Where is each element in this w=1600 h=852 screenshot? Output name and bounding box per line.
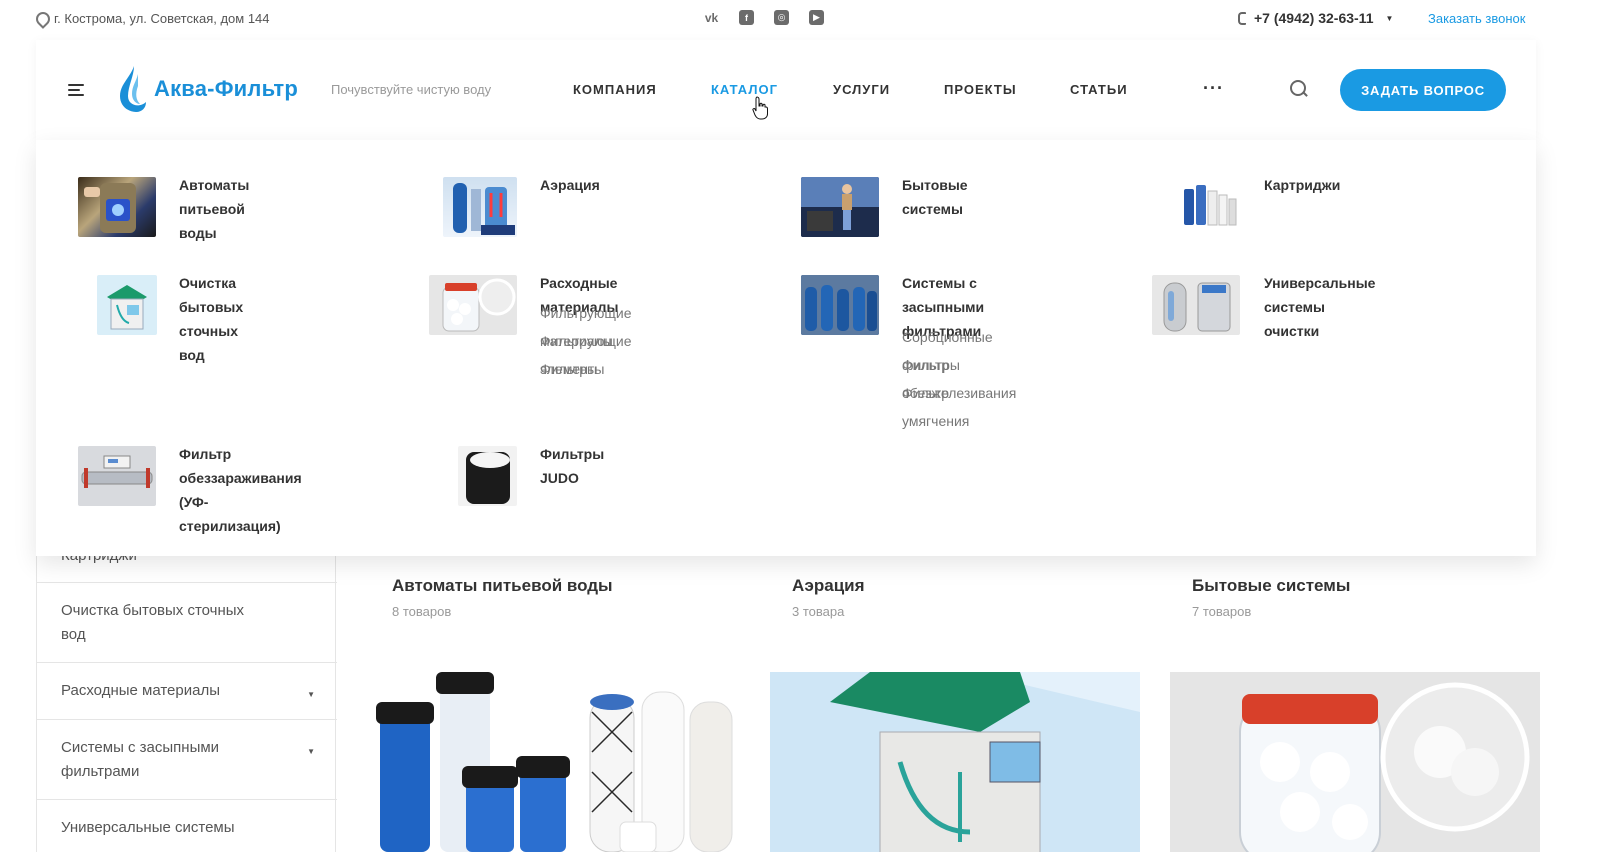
category-title-line[interactable]: вод xyxy=(179,343,243,367)
sidebar-item-label: Универсальные системы xyxy=(61,819,235,836)
sidebar-item-label: Системы с засыпными xyxy=(61,739,220,756)
social-links: vk f ◎ ▶ xyxy=(704,10,824,25)
category-title[interactable]: Автоматы питьевой воды xyxy=(179,173,249,245)
category-thumbnail[interactable] xyxy=(429,275,517,335)
sidebar-item-universal[interactable]: Универсальные системы xyxy=(37,800,337,852)
nav-articles[interactable]: СТАТЬИ xyxy=(1070,82,1128,97)
sidebar-item-label: Расходные материалы xyxy=(61,682,220,699)
product-count: 7 товаров xyxy=(1192,604,1252,619)
top-bar: г. Кострома, ул. Советская, дом 144 vk f… xyxy=(0,0,1600,38)
category-title[interactable]: Аэрация xyxy=(540,173,600,197)
youtube-icon[interactable]: ▶ xyxy=(809,10,824,25)
main-header: Аква-Фильтр Почувствуйте чистую воду КОМ… xyxy=(36,40,1536,140)
phone-number[interactable]: +7 (4942) 32-63-11 xyxy=(1254,10,1373,26)
menu-burger-icon[interactable] xyxy=(68,84,84,96)
product-image-wastewater[interactable] xyxy=(770,672,1140,852)
product-image-cartridges[interactable] xyxy=(370,672,740,852)
ask-question-button[interactable]: ЗАДАТЬ ВОПРОС xyxy=(1340,69,1506,111)
product-image-consumables[interactable] xyxy=(1170,672,1540,852)
nav-company[interactable]: КОМПАНИЯ xyxy=(573,82,657,97)
slogan: Почувствуйте чистую воду xyxy=(331,82,492,97)
category-thumbnail[interactable] xyxy=(78,177,156,237)
category-thumbnail[interactable] xyxy=(1152,275,1240,335)
callback-link[interactable]: Заказать звонок xyxy=(1428,11,1525,26)
product-count: 8 товаров xyxy=(392,604,452,619)
address: г. Кострома, ул. Советская, дом 144 xyxy=(36,11,270,26)
sidebar-item-label: Очистка бытовых сточных xyxy=(61,602,245,619)
address-text: г. Кострома, ул. Советская, дом 144 xyxy=(54,11,270,26)
category-thumbnail[interactable] xyxy=(801,177,879,237)
category-thumbnail[interactable] xyxy=(97,275,157,335)
phone-block[interactable]: +7 (4942) 32-63-11 ▼ xyxy=(1238,10,1393,26)
category-thumbnail[interactable] xyxy=(78,446,156,506)
sidebar-item-wastewater[interactable]: Очистка бытовых сточных вод xyxy=(37,583,337,663)
category-title[interactable]: Фильтры JUDO xyxy=(540,442,604,490)
search-icon[interactable] xyxy=(1290,80,1308,98)
category-title-line[interactable]: Универсальные системы xyxy=(1264,271,1375,319)
hand-cursor-icon xyxy=(752,96,768,120)
catalog-sidebar: Картриджи Очистка бытовых сточных вод Ра… xyxy=(36,540,337,852)
chevron-down-icon[interactable]: ▼ xyxy=(307,683,315,707)
product-category-title[interactable]: Бытовые системы xyxy=(1192,576,1350,596)
catalog-mega-menu: Автоматы питьевой воды Аэрация Бытовые с… xyxy=(36,140,1536,556)
sidebar-item-label: фильтрами xyxy=(61,763,140,780)
category-title[interactable]: Универсальные системы очистки xyxy=(1264,271,1375,343)
logo-text: Аква-Фильтр xyxy=(154,76,298,101)
category-thumbnail[interactable] xyxy=(443,177,517,237)
vk-icon[interactable]: vk xyxy=(704,10,719,25)
subcategory-link[interactable]: Фильтр умягчения xyxy=(902,379,969,435)
logo[interactable]: Аква-Фильтр xyxy=(116,64,298,114)
product-category-title[interactable]: Аэрация xyxy=(792,576,865,596)
nav-catalog[interactable]: КАТАЛОГ xyxy=(711,82,778,97)
product-category-title[interactable]: Автоматы питьевой воды xyxy=(392,576,613,596)
subcategory-link[interactable]: Фильтры xyxy=(540,355,597,383)
category-title-line[interactable]: Системы с засыпными xyxy=(902,271,984,319)
sidebar-item-consumables[interactable]: Расходные материалы ▼ xyxy=(37,663,337,720)
category-thumbnail[interactable] xyxy=(458,446,517,506)
product-count: 3 товара xyxy=(792,604,845,619)
phone-icon xyxy=(1238,11,1246,25)
category-title[interactable]: Очистка бытовых сточных вод xyxy=(179,271,243,367)
category-title[interactable]: Фильтр обеззараживания (УФ-стерилизация) xyxy=(179,442,302,538)
category-title[interactable]: Картриджи xyxy=(1264,173,1340,197)
water-drop-icon xyxy=(120,66,146,112)
chevron-down-icon[interactable]: ▼ xyxy=(307,740,315,764)
category-title-line[interactable]: очистки xyxy=(1264,319,1375,343)
more-menu-icon[interactable]: ··· xyxy=(1203,78,1224,99)
nav-services[interactable]: УСЛУГИ xyxy=(833,82,890,97)
category-title-line[interactable]: (УФ-стерилизация) xyxy=(179,490,302,538)
sidebar-item-label: вод xyxy=(61,626,86,643)
category-title-line[interactable]: Очистка бытовых сточных xyxy=(179,271,243,343)
category-title-line[interactable]: Фильтр обеззараживания xyxy=(179,442,302,490)
location-pin-icon xyxy=(36,12,46,25)
nav-projects[interactable]: ПРОЕКТЫ xyxy=(944,82,1017,97)
category-thumbnail[interactable] xyxy=(801,275,879,335)
chevron-down-icon[interactable]: ▼ xyxy=(1385,14,1393,23)
category-thumbnail[interactable] xyxy=(1180,177,1240,237)
facebook-icon[interactable]: f xyxy=(739,10,754,25)
instagram-icon[interactable]: ◎ xyxy=(774,10,789,25)
sidebar-item-fill-filters[interactable]: Системы с засыпными фильтрами ▼ xyxy=(37,720,337,800)
category-title[interactable]: Бытовые системы xyxy=(902,173,968,221)
